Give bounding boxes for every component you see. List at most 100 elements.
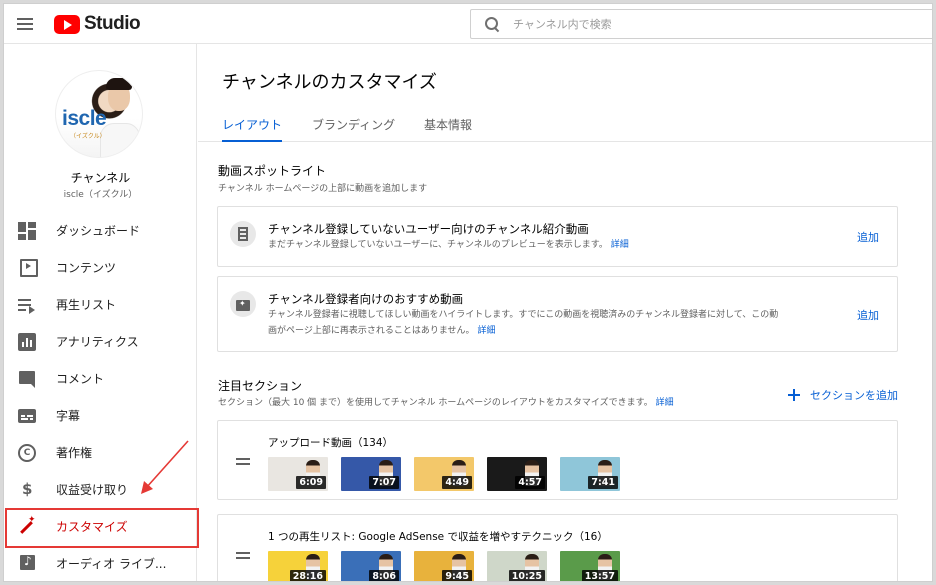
video-duration: 7:41 [588, 476, 618, 489]
search-box[interactable] [470, 9, 932, 39]
playlist-icon [18, 295, 36, 314]
video-duration: 8:06 [369, 570, 399, 581]
featured-video-card: チャンネル登録者向けのおすすめ動画 チャンネル登録者に視聴してほしい動画をハイラ… [217, 276, 898, 352]
spotlight-subtitle: チャンネル ホームページの上部に動画を追加します [218, 184, 428, 194]
avatar-brand-subtext: （イズクル） [70, 133, 106, 140]
search-icon [485, 17, 499, 31]
sidebar-item-comments[interactable]: コメント [4, 360, 197, 397]
drag-handle-icon[interactable] [236, 458, 250, 466]
sidebar-item-audio-library[interactable]: オーディオ ライブ... [4, 545, 197, 581]
video-duration: 4:57 [515, 476, 545, 489]
sidebar-item-label: コンテンツ [56, 261, 117, 275]
add-section-label: セクションを追加 [810, 389, 898, 402]
video-duration: 7:07 [369, 476, 399, 489]
search-input[interactable] [513, 17, 893, 31]
featured-learn-more-link[interactable]: 詳細 [477, 326, 495, 336]
sidebar: iscle （イズクル） チャンネル iscle（イズクル） ダッシュボード コ… [4, 44, 199, 581]
video-duration: 4:49 [442, 476, 472, 489]
featured-add-button[interactable]: 追加 [857, 307, 879, 323]
featured-sections-subtitle: セクション（最大 10 個 まで）を使用してチャンネル ホームページのレイアウト… [218, 395, 674, 408]
sidebar-item-label: アナリティクス [56, 335, 139, 349]
featured-sections-subtitle-text: セクション（最大 10 個 まで）を使用してチャンネル ホームページのレイアウト… [218, 398, 653, 408]
video-thumbnail[interactable]: 8:06 [341, 551, 401, 581]
page-title: チャンネルのカスタマイズ [222, 72, 437, 93]
trailer-add-button[interactable]: 追加 [857, 229, 879, 245]
top-bar: Studio [4, 4, 932, 44]
dashboard-icon [18, 221, 36, 240]
sidebar-item-label: オーディオ ライブ... [56, 557, 167, 571]
video-duration: 6:09 [296, 476, 326, 489]
magic-wand-icon [18, 515, 36, 536]
logo-text: Studio [84, 13, 141, 34]
analytics-icon [18, 332, 36, 351]
plus-icon [788, 389, 800, 401]
sidebar-item-label: ダッシュボード [56, 224, 141, 238]
video-thumbnail[interactable]: 6:09 [268, 457, 328, 491]
section-title: アップロード動画（134） [268, 437, 394, 449]
tab-layout[interactable]: レイアウト [222, 116, 282, 142]
featured-desc-line1: チャンネル登録者に視聴してほしい動画をハイライトします。すでにこの動画を視聴済み… [268, 310, 779, 320]
sidebar-item-earn[interactable]: 収益受け取り [4, 471, 197, 508]
channel-avatar[interactable]: iscle （イズクル） [55, 70, 143, 158]
video-duration: 9:45 [442, 570, 472, 581]
tab-basic-info[interactable]: 基本情報 [424, 116, 472, 142]
video-thumbnail[interactable]: 7:41 [560, 457, 620, 491]
hamburger-menu-icon[interactable] [15, 15, 35, 33]
section-card: 1 つの再生リスト: Google AdSense で収益を増やすテクニック（1… [217, 514, 898, 581]
section-title: 1 つの再生リスト: Google AdSense で収益を増やすテクニック（1… [268, 531, 608, 543]
video-thumbnail[interactable]: 13:57 [560, 551, 620, 581]
audio-library-icon [18, 554, 36, 573]
section-card: アップロード動画（134） 6:09 7:07 4:49 4:57 7:41 [217, 420, 898, 500]
sidebar-item-customization[interactable]: カスタマイズ [4, 508, 197, 545]
content-icon [18, 258, 38, 277]
sidebar-item-subtitles[interactable]: 字幕 [4, 397, 197, 434]
trailer-learn-more-link[interactable]: 詳細 [611, 240, 629, 250]
video-thumbnail[interactable]: 10:25 [487, 551, 547, 581]
sidebar-item-label: 収益受け取り [56, 483, 129, 497]
avatar-brand-text: iscle [62, 107, 107, 130]
tab-branding[interactable]: ブランディング [312, 116, 395, 142]
trailer-card-desc-text: まだチャンネル登録していないユーザーに、チャンネルのプレビューを表示します。 [268, 240, 608, 250]
subtitles-icon [18, 407, 36, 425]
add-section-button[interactable]: セクションを追加 [788, 387, 898, 403]
drag-handle-icon[interactable] [236, 552, 250, 560]
sidebar-item-label: カスタマイズ [56, 520, 128, 534]
comment-icon [18, 370, 36, 388]
video-duration: 10:25 [508, 570, 545, 581]
dollar-icon [18, 480, 36, 499]
video-thumbnail[interactable]: 9:45 [414, 551, 474, 581]
featured-video-card-desc: チャンネル登録者に視聴してほしい動画をハイライトします。すでにこの動画を視聴済み… [268, 307, 843, 339]
featured-sections-learn-more-link[interactable]: 詳細 [656, 398, 674, 408]
video-thumbnail[interactable]: 7:07 [341, 457, 401, 491]
copyright-icon [18, 443, 36, 462]
video-duration: 13:57 [581, 570, 618, 581]
channel-name: チャンネル [70, 171, 131, 185]
sidebar-item-content[interactable]: コンテンツ [4, 249, 197, 286]
main-content: チャンネルのカスタマイズ レイアウト ブランディング 基本情報 動画スポットライ… [198, 44, 932, 581]
trailer-card-desc: まだチャンネル登録していないユーザーに、チャンネルのプレビューを表示します。 詳… [268, 237, 843, 253]
video-thumbnail[interactable]: 4:57 [487, 457, 547, 491]
sidebar-item-analytics[interactable]: アナリティクス [4, 323, 197, 360]
thumbnail-row: 6:09 7:07 4:49 4:57 7:41 [268, 457, 633, 491]
featured-video-icon [230, 291, 256, 317]
featured-desc-line2: 画がページ上部に再表示されることはありません。 [268, 326, 475, 336]
youtube-play-icon [54, 14, 80, 34]
sidebar-item-label: 著作権 [56, 446, 93, 460]
spotlight-title: 動画スポットライト [218, 164, 327, 178]
tab-bar: レイアウト ブランディング 基本情報 [198, 112, 932, 142]
sidebar-item-label: コメント [56, 372, 105, 386]
youtube-studio-logo[interactable]: Studio [54, 12, 141, 36]
video-thumbnail[interactable]: 4:49 [414, 457, 474, 491]
channel-handle: iscle（イズクル） [63, 190, 138, 200]
featured-video-card-title: チャンネル登録者向けのおすすめ動画 [268, 292, 464, 306]
video-duration: 28:16 [289, 570, 326, 581]
sidebar-item-dashboard[interactable]: ダッシュボード [4, 212, 197, 249]
sidebar-nav: ダッシュボード コンテンツ 再生リスト アナリティクス コメント 字幕 C 著作… [4, 212, 197, 581]
film-icon [230, 221, 256, 247]
thumbnail-row: 28:16 8:06 9:45 10:25 13:57 [268, 551, 633, 581]
sidebar-item-copyright[interactable]: 著作権 [4, 434, 197, 471]
sidebar-item-playlists[interactable]: 再生リスト [4, 286, 197, 323]
trailer-card: チャンネル登録していないユーザー向けのチャンネル紹介動画 まだチャンネル登録して… [217, 206, 898, 267]
featured-sections-title: 注目セクション [218, 379, 303, 393]
video-thumbnail[interactable]: 28:16 [268, 551, 328, 581]
